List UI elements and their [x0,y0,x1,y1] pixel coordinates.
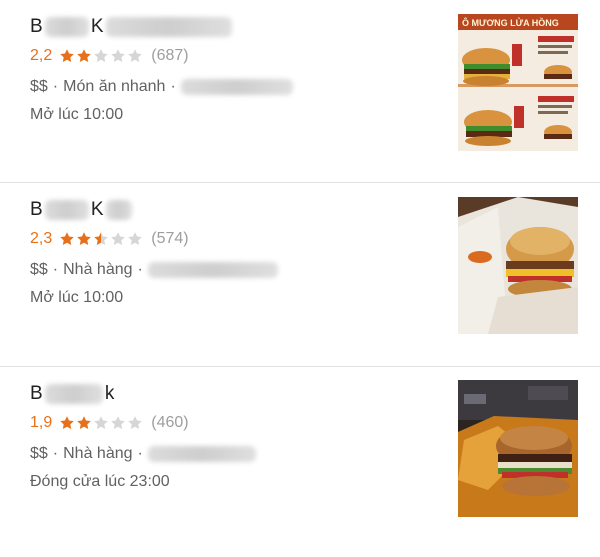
burger-photo-icon [458,197,578,334]
star-icon [127,48,143,64]
place-category: Nhà hàng [63,445,133,462]
star-icon [93,415,109,431]
star-rating [59,415,144,431]
redacted-address-blur [180,79,293,95]
opening-hours: Đóng cửa lúc 23:00 [30,473,170,490]
meta-row: $$ · Nhà hàng · [30,441,420,467]
place-result-card[interactable]: B K 2,2 (687) $$ · Món ăn nhanh · Mở lúc… [0,0,600,183]
place-name-initial: B [30,199,43,220]
redacted-name-blur [44,384,103,404]
burger-photo-icon [458,380,578,517]
star-icon [110,231,126,247]
price-level: $$ [30,78,48,95]
separator-dot: · [137,445,143,462]
star-icon [93,231,109,247]
place-info: B K 2,3 (574) $$ · Nhà hàng · Mở lúc 10:… [30,195,420,311]
burger-menu-photo-icon: Ô MƯƠNG LỬA HỒNG [458,14,578,151]
place-name[interactable]: B k [30,379,420,409]
price-level: $$ [30,261,48,278]
place-photo[interactable]: Ô MƯƠNG LỬA HỒNG [458,14,578,151]
places-results-list: B K 2,2 (687) $$ · Món ăn nhanh · Mở lúc… [0,0,600,557]
star-icon [93,48,109,64]
star-icon [59,48,75,64]
separator-dot: · [52,261,59,278]
redacted-name-blur [105,200,132,220]
place-name-initial: B [30,16,43,37]
star-icon [59,231,75,247]
place-name-initial-2: k [104,383,115,404]
rating-value: 1,9 [30,414,53,431]
star-icon [76,48,92,64]
place-result-card[interactable]: B K 2,3 (574) $$ · Nhà hàng · Mở lúc 10:… [0,183,600,366]
place-info: B K 2,2 (687) $$ · Món ăn nhanh · Mở lúc… [30,12,420,128]
star-icon [76,231,92,247]
meta-row: $$ · Nhà hàng · [30,257,420,283]
star-rating [59,231,144,247]
star-icon [76,415,92,431]
place-photo[interactable] [458,380,578,517]
place-name[interactable]: B K [30,12,420,42]
separator-dot: · [52,445,59,462]
place-name-initial-2: K [90,16,104,37]
redacted-address-blur [147,262,278,278]
place-name[interactable]: B K [30,195,420,225]
redacted-name-blur [44,17,89,37]
separator-dot: · [137,261,143,278]
rating-value: 2,3 [30,230,53,247]
place-name-initial: B [30,383,43,404]
thumb-banner-text: Ô MƯƠNG LỬA HỒNG [462,17,559,28]
star-icon [110,415,126,431]
review-count: (574) [151,230,189,247]
meta-row: $$ · Món ăn nhanh · [30,74,420,100]
separator-dot: · [52,78,59,95]
place-info: B k 1,9 (460) $$ · Nhà hàng · Đóng cửa l… [30,379,420,495]
place-category: Nhà hàng [63,261,133,278]
rating-row: 2,3 (574) [30,227,420,251]
opening-hours: Mở lúc 10:00 [30,106,124,123]
place-name-initial-2: K [90,199,104,220]
star-icon [127,415,143,431]
star-rating [59,48,144,64]
redacted-name-blur [44,200,89,220]
place-category: Món ăn nhanh [63,78,166,95]
star-icon [110,48,126,64]
rating-row: 1,9 (460) [30,411,420,435]
place-photo[interactable] [458,197,578,334]
redacted-address-blur [147,446,256,462]
separator-dot: · [170,78,176,95]
price-level: $$ [30,445,48,462]
review-count: (460) [151,414,189,431]
review-count: (687) [151,47,189,64]
rating-row: 2,2 (687) [30,44,420,68]
redacted-name-blur [105,17,232,37]
star-icon [127,231,143,247]
opening-hours: Mở lúc 10:00 [30,289,124,306]
rating-value: 2,2 [30,47,53,64]
star-icon [59,415,75,431]
place-result-card[interactable]: B k 1,9 (460) $$ · Nhà hàng · Đóng cửa l… [0,367,600,557]
